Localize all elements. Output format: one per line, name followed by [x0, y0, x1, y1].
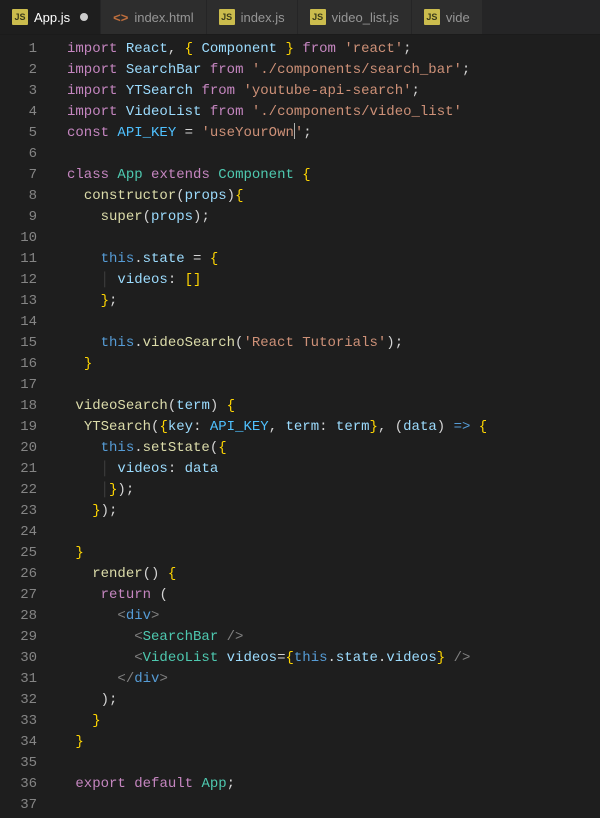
code-line[interactable]: │ videos: data [67, 459, 600, 480]
line-number: 17 [0, 375, 55, 396]
line-number: 8 [0, 186, 55, 207]
line-number: 5 [0, 123, 55, 144]
code-line[interactable]: import SearchBar from './components/sear… [67, 60, 600, 81]
code-line[interactable]: │ videos: [] [67, 270, 600, 291]
code-line[interactable] [67, 753, 600, 774]
tab-bar: JS App.js <> index.html JS index.js JS v… [0, 0, 600, 35]
line-number: 18 [0, 396, 55, 417]
line-number: 35 [0, 753, 55, 774]
code-line[interactable]: <div> [67, 606, 600, 627]
code-line[interactable]: this.setState({ [67, 438, 600, 459]
line-number: 6 [0, 144, 55, 165]
code-line[interactable]: render() { [67, 564, 600, 585]
code-line[interactable]: <SearchBar /> [67, 627, 600, 648]
line-number: 16 [0, 354, 55, 375]
line-number: 25 [0, 543, 55, 564]
line-number: 32 [0, 690, 55, 711]
code-line[interactable]: ); [67, 690, 600, 711]
code-line[interactable]: } [67, 543, 600, 564]
line-number: 3 [0, 81, 55, 102]
line-number: 28 [0, 606, 55, 627]
code-line[interactable]: return ( [67, 585, 600, 606]
line-number-gutter: 1234567891011121314151617181920212223242… [0, 35, 55, 818]
code-line[interactable] [67, 522, 600, 543]
line-number: 24 [0, 522, 55, 543]
tab-index-html[interactable]: <> index.html [101, 0, 206, 34]
dirty-dot-icon [80, 13, 88, 21]
line-number: 23 [0, 501, 55, 522]
line-number: 11 [0, 249, 55, 270]
code-line[interactable]: <VideoList videos={this.state.videos} /> [67, 648, 600, 669]
code-line[interactable]: │}); [67, 480, 600, 501]
code-line[interactable]: import React, { Component } from 'react'… [67, 39, 600, 60]
line-number: 37 [0, 795, 55, 816]
line-number: 13 [0, 291, 55, 312]
code-line[interactable]: this.state = { [67, 249, 600, 270]
line-number: 14 [0, 312, 55, 333]
js-icon: JS [424, 9, 440, 25]
tab-overflow[interactable]: JS vide [412, 0, 483, 34]
tab-label: vide [446, 10, 470, 25]
code-line[interactable]: } [67, 711, 600, 732]
code-line[interactable]: } [67, 732, 600, 753]
code-line[interactable]: super(props); [67, 207, 600, 228]
code-line[interactable]: this.videoSearch('React Tutorials'); [67, 333, 600, 354]
line-number: 10 [0, 228, 55, 249]
js-icon: JS [219, 9, 235, 25]
line-number: 21 [0, 459, 55, 480]
line-number: 4 [0, 102, 55, 123]
line-number: 36 [0, 774, 55, 795]
tab-video-list-js[interactable]: JS video_list.js [298, 0, 412, 34]
line-number: 27 [0, 585, 55, 606]
tab-app-js[interactable]: JS App.js [0, 0, 101, 34]
line-number: 15 [0, 333, 55, 354]
code-line[interactable]: import VideoList from './components/vide… [67, 102, 600, 123]
line-number: 19 [0, 417, 55, 438]
code-line[interactable]: class App extends Component { [67, 165, 600, 186]
tab-index-js[interactable]: JS index.js [207, 0, 298, 34]
line-number: 34 [0, 732, 55, 753]
line-number: 20 [0, 438, 55, 459]
code-area[interactable]: import React, { Component } from 'react'… [55, 35, 600, 818]
tab-label: index.html [134, 10, 193, 25]
code-line[interactable] [67, 228, 600, 249]
code-line[interactable]: export default App; [67, 774, 600, 795]
line-number: 2 [0, 60, 55, 81]
code-line[interactable]: videoSearch(term) { [67, 396, 600, 417]
tab-label: video_list.js [332, 10, 399, 25]
html-icon: <> [113, 10, 128, 25]
code-line[interactable]: YTSearch({key: API_KEY, term: term}, (da… [67, 417, 600, 438]
code-line[interactable] [67, 375, 600, 396]
line-number: 29 [0, 627, 55, 648]
line-number: 26 [0, 564, 55, 585]
line-number: 22 [0, 480, 55, 501]
tab-label: index.js [241, 10, 285, 25]
code-line[interactable]: }); [67, 501, 600, 522]
line-number: 7 [0, 165, 55, 186]
tab-label: App.js [34, 10, 70, 25]
js-icon: JS [12, 9, 28, 25]
line-number: 1 [0, 39, 55, 60]
code-line[interactable]: const API_KEY = 'useYourOwn'; [67, 123, 600, 144]
js-icon: JS [310, 9, 326, 25]
line-number: 31 [0, 669, 55, 690]
line-number: 33 [0, 711, 55, 732]
code-line[interactable]: } [67, 354, 600, 375]
line-number: 12 [0, 270, 55, 291]
code-line[interactable]: import YTSearch from 'youtube-api-search… [67, 81, 600, 102]
code-line[interactable]: }; [67, 291, 600, 312]
code-line[interactable]: constructor(props){ [67, 186, 600, 207]
line-number: 30 [0, 648, 55, 669]
code-line[interactable]: </div> [67, 669, 600, 690]
code-line[interactable] [67, 312, 600, 333]
code-line[interactable] [67, 144, 600, 165]
line-number: 9 [0, 207, 55, 228]
editor[interactable]: 1234567891011121314151617181920212223242… [0, 35, 600, 818]
code-line[interactable] [67, 795, 600, 816]
